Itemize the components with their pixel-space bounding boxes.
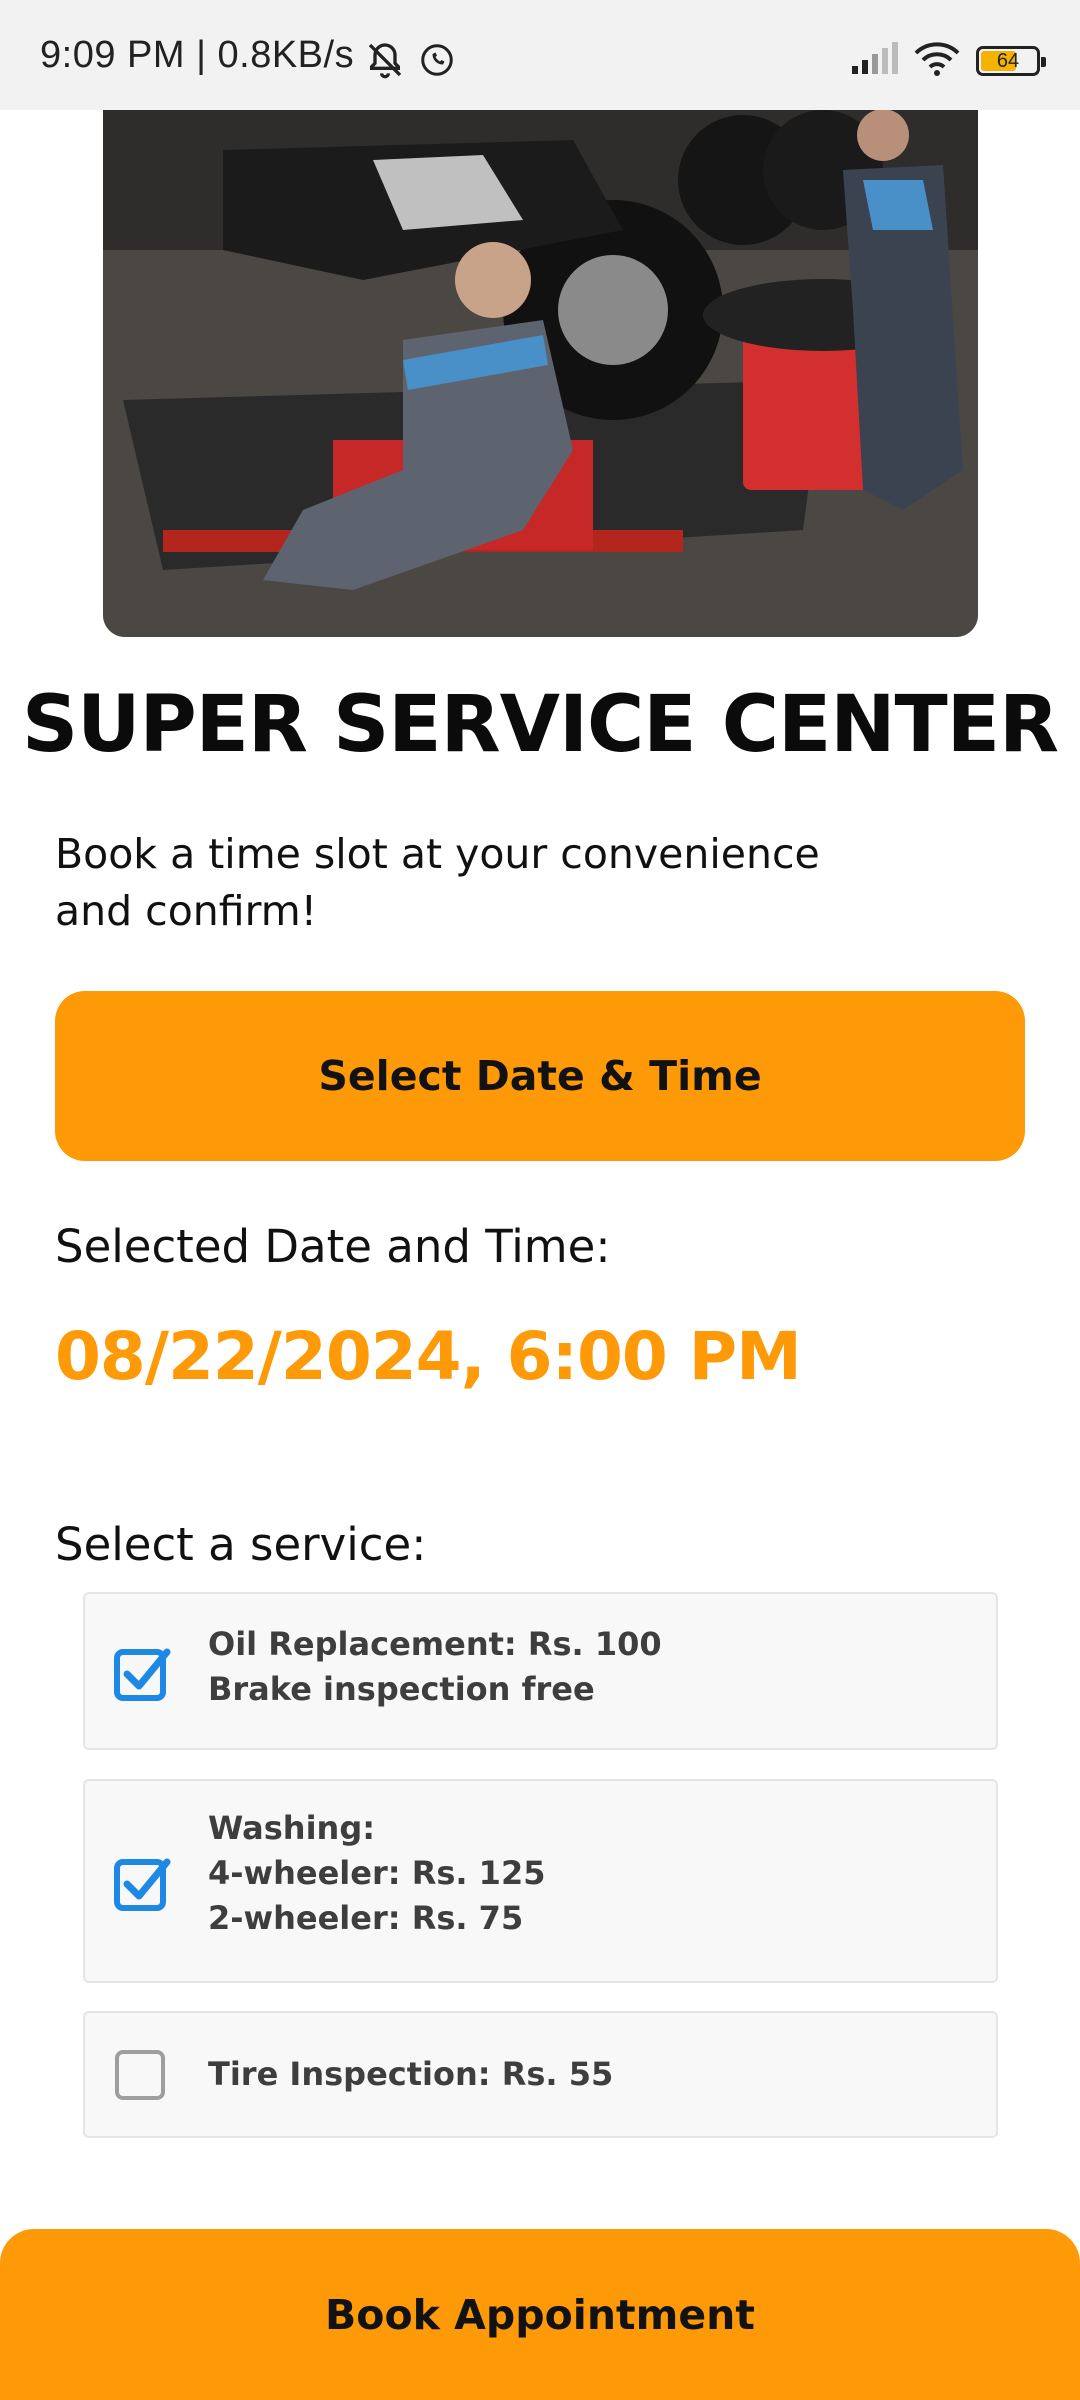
select-date-time-button[interactable]: Select Date & Time	[55, 991, 1025, 1161]
subtitle: Book a time slot at your convenience and…	[55, 830, 820, 935]
mechanic-motorcycle-illustration	[103, 110, 978, 637]
status-time: 9:09 PM | 0.8KB/s	[40, 34, 355, 76]
service-line: Brake inspection free	[208, 1670, 595, 1708]
checkbox-checked-icon[interactable]	[113, 1852, 173, 1912]
service-line: Oil Replacement: Rs. 100	[208, 1625, 662, 1663]
service-line: Tire Inspection: Rs. 55	[208, 2055, 614, 2093]
checkbox-unchecked-icon[interactable]	[113, 2044, 173, 2104]
service-option-tire-inspection[interactable]: Tire Inspection: Rs. 55	[83, 2011, 998, 2138]
service-line: 4-wheeler: Rs. 125	[208, 1854, 546, 1892]
wifi-icon	[914, 42, 960, 80]
service-section-label: Select a service:	[55, 1518, 427, 1571]
checkbox-checked-icon[interactable]	[113, 1642, 173, 1702]
page-title: SUPER SERVICE CENTER	[21, 680, 1059, 770]
service-line: Washing:	[208, 1809, 376, 1847]
selected-datetime-label: Selected Date and Time:	[55, 1220, 611, 1273]
whatsapp-icon	[419, 42, 455, 82]
mute-bell-icon	[365, 40, 405, 84]
status-bar: 9:09 PM | 0.8KB/s 64	[0, 0, 1080, 110]
hero-image	[103, 110, 978, 637]
service-option-oil-replacement[interactable]: Oil Replacement: Rs. 100 Brake inspectio…	[83, 1592, 998, 1750]
service-option-washing[interactable]: Washing: 4-wheeler: Rs. 125 2-wheeler: R…	[83, 1779, 998, 1983]
signal-icon	[850, 42, 898, 80]
selected-datetime-value: 08/22/2024, 6:00 PM	[55, 1318, 802, 1395]
battery-icon: 64	[976, 46, 1046, 76]
battery-level: 64	[996, 49, 1020, 72]
service-line: 2-wheeler: Rs. 75	[208, 1899, 524, 1937]
book-appointment-button[interactable]: Book Appointment	[0, 2229, 1080, 2400]
